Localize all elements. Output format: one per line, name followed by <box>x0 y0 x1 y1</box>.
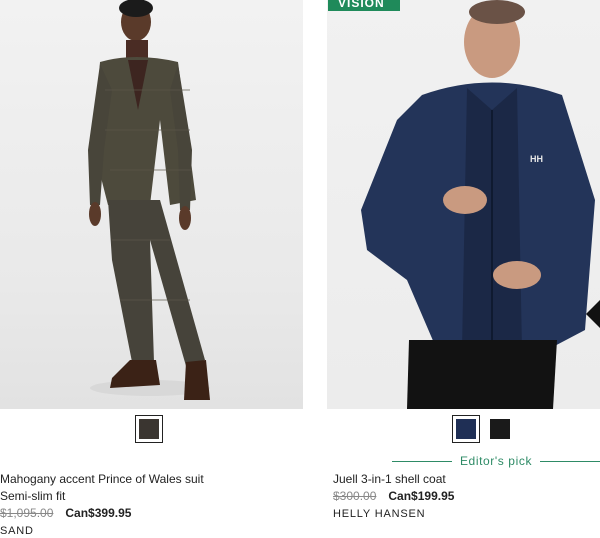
product-name-link[interactable]: Mahogany accent Prince of Wales suit <box>0 471 204 488</box>
sale-price: Can$199.95 <box>388 489 455 503</box>
product-card-shell-coat[interactable]: VISION HH Editor's pick Juell 3-in-1 she… <box>327 0 600 520</box>
price-row: $1,095.00 Can$399.95 <box>0 505 204 522</box>
color-swatches <box>135 415 163 443</box>
brand-name: SAND <box>0 525 34 537</box>
swatch-chip-navy <box>456 419 476 439</box>
product-info: Mahogany accent Prince of Wales suit Sem… <box>0 471 204 538</box>
swatch-2[interactable] <box>486 415 514 443</box>
product-fit: Semi-slim fit <box>0 489 66 503</box>
product-info: Juell 3-in-1 shell coat $300.00 Can$199.… <box>333 471 454 523</box>
coat-model-illustration: HH <box>361 0 595 409</box>
brand-name: HELLY HANSEN <box>333 508 426 520</box>
vision-badge: VISION <box>328 0 400 11</box>
svg-text:HH: HH <box>530 154 543 164</box>
swatch-1[interactable] <box>452 415 480 443</box>
swatch-chip-brown-plaid <box>139 419 159 439</box>
product-image-suit[interactable] <box>0 0 303 409</box>
swatch-chip-black <box>490 419 510 439</box>
suit-model-illustration <box>88 0 210 400</box>
original-price: $300.00 <box>333 489 377 503</box>
divider-line-right <box>540 460 600 462</box>
swatch-1[interactable] <box>135 415 163 443</box>
editors-pick-banner: Editor's pick <box>327 453 600 469</box>
product-name-link[interactable]: Juell 3-in-1 shell coat <box>333 471 454 488</box>
divider-line-left <box>392 460 452 462</box>
product-card-suit[interactable]: Mahogany accent Prince of Wales suit Sem… <box>0 0 303 537</box>
original-price: $1,095.00 <box>0 506 54 520</box>
editors-pick-label: Editor's pick <box>459 454 533 468</box>
color-swatches <box>452 415 514 443</box>
next-arrow-icon[interactable] <box>586 300 600 328</box>
sale-price: Can$399.95 <box>65 506 132 520</box>
price-row: $300.00 Can$199.95 <box>333 488 454 505</box>
product-image-shell-coat[interactable]: VISION HH <box>327 0 600 409</box>
